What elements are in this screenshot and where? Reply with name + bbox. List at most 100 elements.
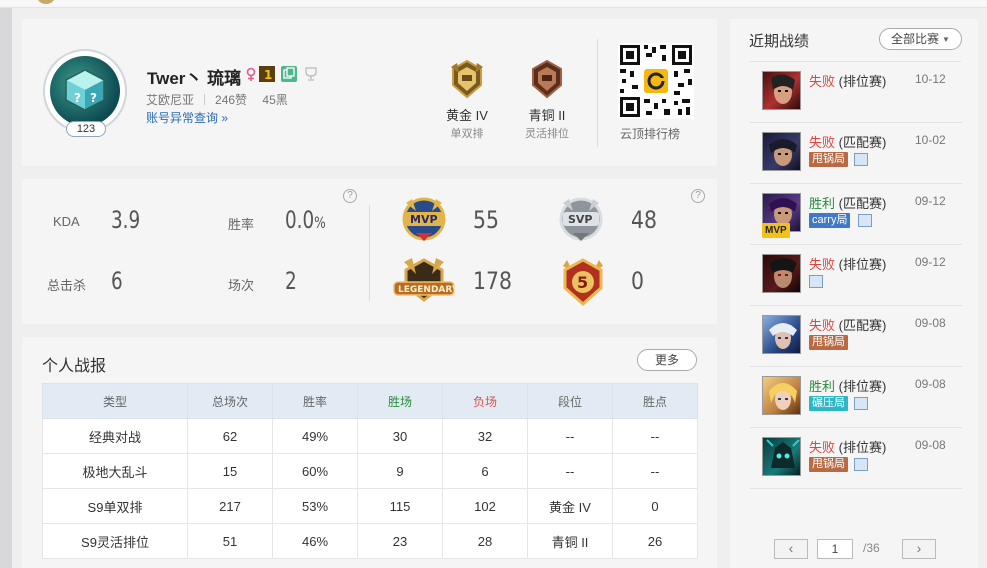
badges-help-icon[interactable]: ? [691,189,705,203]
match-result: 失败 (匹配赛) [809,132,886,151]
mode-text: (匹配赛) [838,196,887,211]
image-icon[interactable] [854,458,868,471]
winrate-value: 0.0% [285,206,326,234]
match-date: 09-12 [915,255,946,269]
cell: 46% [272,523,358,559]
mode-text: (排位赛) [838,257,887,272]
pager-next-button[interactable]: › [902,539,936,559]
champion-avatar [762,254,801,293]
cell: 经典对战 [42,418,188,454]
rank-solo[interactable]: 黄金 IV 单双排 [432,59,502,141]
match-result: 失败 (排位赛) [809,254,886,273]
pager-page-input[interactable]: 1 [817,539,853,559]
match-filter-dropdown[interactable]: 全部比赛 ▼ [879,28,962,50]
cell: 23 [357,523,443,559]
match-date: 09-08 [915,438,946,452]
result-text: 失败 [809,318,836,333]
image-icon[interactable] [854,153,868,166]
qr-code[interactable] [618,43,694,119]
cell: 62 [187,418,273,454]
mvp-badge-icon: MVP [402,197,446,241]
penta-count: 0 [631,267,644,295]
match-result: 胜利 (排位赛) [809,376,886,395]
winrate-number: 0.0 [285,206,315,234]
rank-solo-name: 黄金 IV [446,108,488,123]
mode-text: (匹配赛) [838,318,887,333]
gold-rank-icon [451,59,483,99]
match-item[interactable]: 胜利 (匹配赛) 09-12 MVP carry局 [750,184,962,245]
table-row: 经典对战 62 49% 30 32 -- -- [42,418,698,454]
match-item[interactable]: 失败 (匹配赛) 10-02 甩锅局 [750,123,962,184]
winrate-label: 胜率 [228,217,255,232]
match-item[interactable]: 失败 (排位赛) 09-08 甩锅局 [750,428,962,489]
left-page-edge [0,8,12,568]
rank-one-icon[interactable]: 1 [259,66,275,82]
col-losses: 负场 [442,383,528,419]
divider [597,39,598,147]
account-abnormal-link[interactable]: 账号异常查询 » [146,109,228,126]
cell: 0 [612,488,698,524]
match-date: 09-12 [915,194,946,208]
stats-help-icon[interactable]: ? [343,189,357,203]
match-item[interactable]: 失败 (匹配赛) 09-08 甩锅局 [750,306,962,367]
match-item[interactable]: 胜利 (排位赛) 09-08 碾压局 [750,367,962,428]
match-tag: carry局 [809,213,851,228]
match-item[interactable]: 失败 (排位赛) 09-12 [750,245,962,306]
chevron-down-icon: ▼ [942,35,950,44]
match-date: 10-12 [915,72,946,86]
match-tag: 碾压局 [809,396,848,411]
svp-badge-icon: SVP [559,197,603,241]
divider [369,205,370,301]
cell: 28 [442,523,528,559]
rank-flex[interactable]: 青铜 II 灵活排位 [512,59,582,141]
kills-label: 总击杀 [47,278,87,293]
rank-flex-name: 青铜 II [528,108,566,123]
match-tag: 甩锅局 [809,152,848,167]
profile-card: ? ? 123 Twer丶 琉璃 1 艾欧尼亚 246赞 45黑 账号异常查询 » [22,19,717,166]
svg-text:?: ? [90,91,97,105]
result-text: 失败 [809,257,836,272]
svg-text:?: ? [74,91,81,105]
pager-total: /36 [863,541,880,555]
col-winrate: 胜率 [272,383,358,419]
recent-matches-card: 近期战绩 全部比赛 ▼ 失败 (排位赛) 10-12 失败 (匹配赛) 10-02… [730,19,978,568]
cell: 51 [187,523,273,559]
cell: S9单双排 [42,488,188,524]
more-button[interactable]: 更多 [637,349,697,371]
match-item[interactable]: 失败 (排位赛) 10-12 [750,62,962,123]
col-type: 类型 [42,383,188,419]
rank-flex-type: 灵活排位 [525,128,569,140]
result-text: 失败 [809,74,836,89]
cell: 217 [187,488,273,524]
hextech-cube-icon: ? ? [65,69,105,111]
image-icon[interactable] [858,214,872,227]
mvp-tag: MVP [762,223,790,238]
image-icon[interactable] [809,275,823,288]
match-date: 09-08 [915,377,946,391]
champion-avatar [762,71,801,110]
pager-prev-button[interactable]: ‹ [774,539,808,559]
match-result: 失败 (匹配赛) [809,315,886,334]
kda-label: KDA [53,214,80,229]
match-result: 胜利 (匹配赛) [809,193,886,212]
copy-icon[interactable] [281,66,297,82]
region-line: 艾欧尼亚 246赞 45黑 [146,91,288,108]
result-text: 胜利 [809,379,836,394]
cell: -- [527,418,613,454]
kda-value: 3.9 [111,206,141,234]
table-row: 极地大乱斗 15 60% 9 6 -- -- [42,453,698,489]
match-date: 09-08 [915,316,946,330]
qr-code-image [618,43,694,119]
cell: S9灵活排位 [42,523,188,559]
mvp-count: 55 [473,206,499,234]
games-value: 2 [285,267,297,295]
trophy-icon[interactable] [303,66,319,82]
cell: 青铜 II [527,523,613,559]
winrate-unit: % [314,213,326,232]
image-icon[interactable] [854,397,868,410]
match-tag: 甩锅局 [809,457,848,472]
bronze-rank-icon [532,59,562,99]
col-total: 总场次 [187,383,273,419]
penta-kill-badge-icon: 5 [563,258,603,307]
result-text: 失败 [809,135,836,150]
